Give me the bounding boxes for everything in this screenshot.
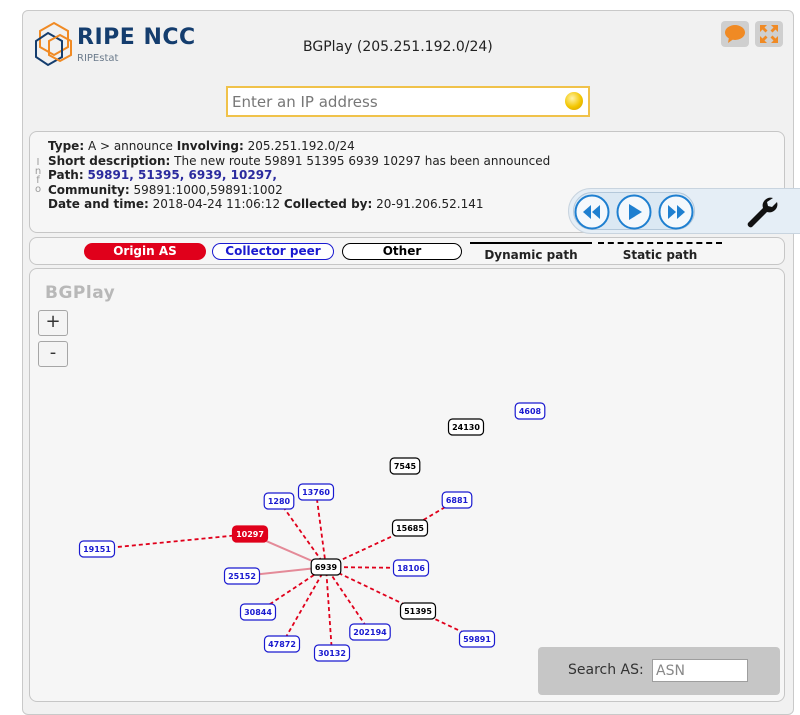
as-node-label: 51395 xyxy=(404,607,432,616)
as-node[interactable]: 59891 xyxy=(458,630,496,648)
fast-forward-icon[interactable] xyxy=(658,194,694,230)
as-node-label: 24130 xyxy=(452,423,480,432)
as-node-label: 47872 xyxy=(268,640,296,649)
as-node-label: 30132 xyxy=(318,649,346,658)
as-node-label: 25152 xyxy=(228,572,256,581)
as-node-label: 1280 xyxy=(268,497,291,506)
ip-search-box xyxy=(226,86,590,117)
zoom-in-button[interactable]: + xyxy=(38,310,68,336)
as-node-label: 7545 xyxy=(394,462,417,471)
short-description-line: Short description: The new route 59891 5… xyxy=(48,153,551,168)
as-node-label: 18106 xyxy=(397,564,425,573)
legend-other: Other xyxy=(342,243,462,260)
search-go-button[interactable] xyxy=(565,92,583,110)
as-node[interactable]: 19151 xyxy=(78,540,116,558)
type-line: Type: A > announce Involving: 205.251.19… xyxy=(48,139,355,153)
event-details: Type: A > announce Involving: 205.251.19… xyxy=(48,139,550,212)
bgplay-widget: RIPE NCC RIPEstat BGPlay (205.251.192.0/… xyxy=(22,10,800,715)
as-node[interactable]: 7545 xyxy=(389,457,421,475)
as-node[interactable]: 10297 xyxy=(231,525,269,543)
playback-button-group xyxy=(573,192,695,230)
path-as-link[interactable]: 10297 xyxy=(231,168,273,182)
as-node-label: 15685 xyxy=(396,524,424,533)
logo-subtitle: RIPEstat xyxy=(77,53,119,64)
ripe-logo-icon xyxy=(35,21,72,67)
search-as-panel: Search AS: xyxy=(538,647,780,695)
zoom-out-button[interactable]: - xyxy=(38,341,68,367)
path-as-link[interactable]: 59891 xyxy=(87,168,129,182)
path-as-link[interactable]: 6939 xyxy=(188,168,221,182)
logo-name: RIPE NCC xyxy=(77,25,196,50)
as-path-edge xyxy=(96,533,251,550)
bgplay-watermark: BGPlay xyxy=(45,283,116,303)
as-node[interactable]: 24130 xyxy=(447,418,485,436)
community-line: Community: 59891:1000,59891:1002 xyxy=(48,182,283,197)
legend-dynamic-path: Dynamic path xyxy=(470,242,592,262)
ripe-ncc-logo[interactable]: RIPE NCC RIPEstat xyxy=(35,21,235,71)
playback-controls xyxy=(568,188,800,234)
wrench-icon[interactable] xyxy=(743,194,779,230)
asn-search-input[interactable] xyxy=(652,659,748,682)
as-path-edge xyxy=(325,566,333,654)
legend: Origin AS Collector peer Other Dynamic p… xyxy=(29,237,785,265)
rewind-icon[interactable] xyxy=(574,194,610,230)
path-line: Path: 59891, 51395, 6939, 10297, xyxy=(48,168,277,182)
bgp-graph-canvas[interactable]: 4608 24130 7545 6881 1280 13760 15685 10297 1915… xyxy=(29,268,785,702)
as-graph[interactable]: 4608 24130 7545 6881 1280 13760 15685 10297 1915… xyxy=(30,269,785,702)
as-node-label: 19151 xyxy=(83,545,111,554)
as-node-label: 6939 xyxy=(315,563,338,572)
as-node[interactable]: 202194 xyxy=(349,623,391,641)
as-node[interactable]: 6939 xyxy=(310,558,342,576)
as-node[interactable]: 6881 xyxy=(441,491,473,509)
as-node[interactable]: 18106 xyxy=(392,559,430,577)
legend-origin-as: Origin AS xyxy=(84,243,206,260)
search-as-label: Search AS: xyxy=(568,662,644,678)
as-node-label: 202194 xyxy=(353,628,387,637)
as-node[interactable]: 51395 xyxy=(399,602,437,620)
as-node-label: 4608 xyxy=(519,407,542,416)
as-node[interactable]: 47872 xyxy=(263,635,301,653)
date-line: Date and time: 2018-04-24 11:06:12 Colle… xyxy=(48,197,484,211)
as-node[interactable]: 30844 xyxy=(239,603,277,621)
info-side-label: I n f o xyxy=(34,157,42,195)
as-node[interactable]: 1280 xyxy=(263,492,295,510)
as-node[interactable]: 25152 xyxy=(223,567,261,585)
as-node-label: 59891 xyxy=(463,635,491,644)
as-node[interactable]: 30132 xyxy=(313,644,351,662)
as-node[interactable]: 4608 xyxy=(514,402,546,420)
legend-static-path: Static path xyxy=(598,242,722,262)
page-title: BGPlay (205.251.192.0/24) xyxy=(303,39,493,55)
fullscreen-icon xyxy=(760,25,778,43)
legend-collector-peer: Collector peer xyxy=(212,243,334,260)
path-as-link[interactable]: 51395 xyxy=(138,168,180,182)
event-info-panel: I n f o Type: A > announce Involving: 20… xyxy=(29,131,800,234)
speech-bubble-icon xyxy=(725,25,745,43)
as-node-label: 6881 xyxy=(446,496,469,505)
as-path-edge xyxy=(281,566,327,645)
ip-address-input[interactable] xyxy=(228,88,548,115)
as-node-label: 30844 xyxy=(244,608,272,617)
play-icon[interactable] xyxy=(616,194,652,230)
feedback-button[interactable] xyxy=(721,21,749,47)
fullscreen-button[interactable] xyxy=(755,21,783,47)
as-node[interactable]: 15685 xyxy=(391,519,429,537)
as-node-label: 10297 xyxy=(236,530,264,539)
as-node[interactable]: 13760 xyxy=(297,483,335,501)
as-node-label: 13760 xyxy=(302,488,330,497)
